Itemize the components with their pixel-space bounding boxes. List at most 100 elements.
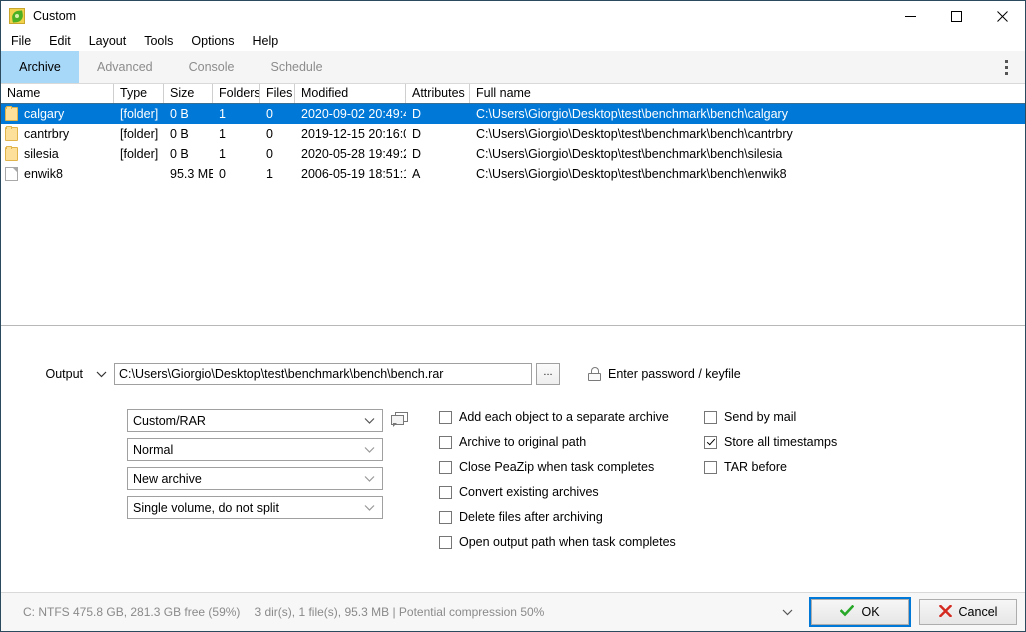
checkbox-label: Archive to original path [459,435,586,449]
cell-attributes: A [406,164,470,184]
cell-folders: 1 [213,104,260,124]
compression-level-value: Normal [128,443,173,457]
cell-folders: 0 [213,164,260,184]
checkbox-add-each-object[interactable]: Add each object to a separate archive [439,409,676,425]
cell-files: 0 [260,124,295,144]
column-header-full-name[interactable]: Full name [470,84,1020,103]
tab-advanced[interactable]: Advanced [79,51,171,83]
cell-files: 0 [260,104,295,124]
cell-full-name: C:\Users\Giorgio\Desktop\test\benchmark\… [470,144,1020,164]
checkbox-send-by-mail[interactable]: Send by mail [704,409,837,425]
column-header-attributes[interactable]: Attributes [406,84,470,103]
column-header-type[interactable]: Type [114,84,164,103]
column-header-name[interactable]: Name [1,84,114,103]
status-expand-chevron-down-icon[interactable] [782,605,793,619]
cell-full-name: C:\Users\Giorgio\Desktop\test\benchmark\… [470,104,1020,124]
checkbox-box [704,436,717,449]
ok-label: OK [861,605,879,619]
checkbox-open-output-path-when-task-completes[interactable]: Open output path when task completes [439,534,676,550]
checkbox-box [439,486,452,499]
checkbox-label: Add each object to a separate archive [459,410,669,424]
selection-info: 3 dir(s), 1 file(s), 95.3 MB | Potential… [254,605,544,619]
table-row[interactable]: silesia [folder] 0 B 1 0 2020-05-28 19:4… [1,144,1025,164]
output-label: Output [1,367,93,381]
cell-type: [folder] [114,124,164,144]
tab-schedule[interactable]: Schedule [252,51,340,83]
format-select[interactable]: Custom/RAR [127,409,383,432]
maximize-button[interactable] [933,1,979,31]
cell-size: 0 B [164,144,213,164]
checkbox-archive-to-original-path[interactable]: Archive to original path [439,434,676,450]
column-header-folders[interactable]: Folders [213,84,260,103]
checkbox-label: Convert existing archives [459,485,599,499]
chevron-down-icon [359,417,375,424]
minimize-button[interactable] [887,1,933,31]
checkbox-box [439,436,452,449]
chevron-down-icon [359,475,375,482]
tab-console[interactable]: Console [171,51,253,83]
checkbox-label: Store all timestamps [724,435,837,449]
cell-size: 0 B [164,124,213,144]
kebab-menu-icon[interactable] [993,51,1019,83]
cell-folders: 1 [213,144,260,164]
checkbox-label: TAR before [724,460,787,474]
table-row[interactable]: enwik8 95.3 MB 0 1 2006-05-19 18:51:12 A… [1,164,1025,184]
column-header-files[interactable]: Files [260,84,295,103]
status-bar: C: NTFS 475.8 GB, 281.3 GB free (59%)3 d… [1,592,1025,631]
cell-folders: 1 [213,124,260,144]
checkbox-close-peazip-when-task-completes[interactable]: Close PeaZip when task completes [439,459,676,475]
folder-icon [5,107,18,121]
column-header-modified[interactable]: Modified [295,84,406,103]
x-icon [939,605,952,620]
menu-layout[interactable]: Layout [80,31,136,51]
browse-button[interactable]: ... [536,363,560,385]
table-row[interactable]: cantrbry [folder] 0 B 1 0 2019-12-15 20:… [1,124,1025,144]
volume-split-select[interactable]: Single volume, do not split [127,496,383,519]
checkbox-tar-before[interactable]: TAR before [704,459,837,475]
comment-icon[interactable] [391,412,408,427]
cell-size: 0 B [164,104,213,124]
chevron-down-icon [359,446,375,453]
cell-files: 0 [260,144,295,164]
menu-options[interactable]: Options [182,31,243,51]
archive-mode-value: New archive [128,472,202,486]
archive-settings-group: Custom/RAR Normal New archive Single vol… [127,409,383,525]
cell-attributes: D [406,104,470,124]
menu-edit[interactable]: Edit [40,31,80,51]
checkbox-box [439,461,452,474]
checkbox-label: Delete files after archiving [459,510,603,524]
file-list-rows: calgary [folder] 0 B 1 0 2020-09-02 20:4… [1,104,1025,325]
close-button[interactable] [979,1,1025,31]
file-list-panel: Name Type Size Folders Files Modified At… [1,84,1025,326]
archive-mode-select[interactable]: New archive [127,467,383,490]
folder-icon [5,147,18,161]
archive-options-right: Send by mail Store all timestamps TAR be… [704,409,837,484]
lock-icon [588,367,601,381]
checkbox-box [439,536,452,549]
checkbox-box [704,411,717,424]
checkbox-delete-files-after-archiving[interactable]: Delete files after archiving [439,509,676,525]
cell-modified: 2020-09-02 20:49:44 [295,104,406,124]
menu-file[interactable]: File [9,31,40,51]
table-row[interactable]: calgary [folder] 0 B 1 0 2020-09-02 20:4… [1,104,1025,124]
tab-archive[interactable]: Archive [1,51,79,83]
title-bar: Custom [1,1,1025,31]
format-select-value: Custom/RAR [128,414,206,428]
cancel-button[interactable]: Cancel [919,599,1017,625]
cell-modified: 2006-05-19 18:51:12 [295,164,406,184]
enter-password-button[interactable]: Enter password / keyfile [588,367,741,381]
menu-help[interactable]: Help [244,31,288,51]
output-path-input[interactable] [114,363,532,385]
checkbox-box [439,411,452,424]
checkbox-convert-existing-archives[interactable]: Convert existing archives [439,484,676,500]
column-header-size[interactable]: Size [164,84,213,103]
checkbox-box [439,511,452,524]
window-controls [887,1,1025,31]
cell-name: enwik8 [24,164,63,184]
ok-button[interactable]: OK [811,599,909,625]
output-dropdown-chevron-down-icon[interactable] [93,371,109,378]
compression-level-select[interactable]: Normal [127,438,383,461]
peazip-icon [9,8,25,24]
menu-tools[interactable]: Tools [135,31,182,51]
checkbox-store-all-timestamps[interactable]: Store all timestamps [704,434,837,450]
